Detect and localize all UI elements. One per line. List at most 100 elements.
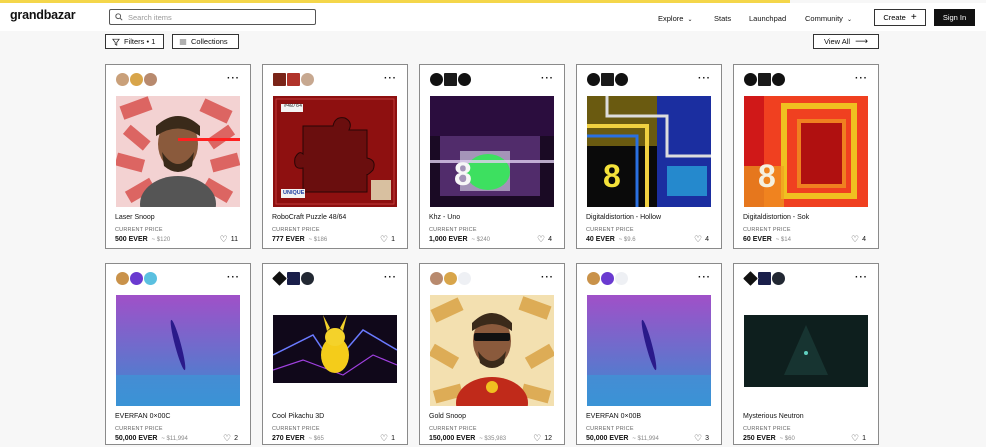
avatar[interactable]: [600, 271, 615, 286]
nft-card[interactable]: ··· Mysterious Neutron CURRENT PRICE 250…: [733, 263, 879, 445]
like-button[interactable]: ♡ 3: [694, 433, 709, 444]
avatar[interactable]: [743, 72, 758, 87]
nft-image[interactable]: [430, 295, 554, 406]
price-usd: ~ $11,994: [632, 436, 659, 442]
search-input[interactable]: [128, 12, 308, 22]
creator-avatars: [429, 271, 472, 287]
nft-image[interactable]: 8: [744, 96, 868, 207]
heart-icon: ♡: [851, 433, 860, 443]
filters-button[interactable]: Filters • 1: [105, 34, 164, 49]
like-button[interactable]: ♡ 2: [223, 433, 238, 444]
like-button[interactable]: ♡ 4: [851, 234, 866, 245]
avatar[interactable]: [600, 72, 615, 87]
create-button[interactable]: Create +: [874, 9, 926, 26]
like-button[interactable]: ♡ 11: [220, 234, 238, 245]
more-icon[interactable]: ···: [698, 272, 711, 283]
collections-button[interactable]: Collections: [172, 34, 239, 49]
avatar[interactable]: [143, 271, 158, 286]
nav-stats[interactable]: Stats: [714, 14, 731, 23]
avatar[interactable]: [300, 72, 315, 87]
price-ever: 250 EVER: [743, 435, 776, 442]
nft-image[interactable]: [273, 295, 397, 406]
avatar[interactable]: [457, 72, 472, 87]
avatar[interactable]: [129, 72, 144, 87]
avatar[interactable]: [443, 271, 458, 286]
more-icon[interactable]: ···: [384, 272, 397, 283]
nft-card[interactable]: ··· EVERFAN 0×00C CURRENT PRICE 50,000 E…: [105, 263, 251, 445]
nft-image[interactable]: 8: [430, 96, 554, 207]
avatar[interactable]: [115, 271, 130, 286]
price-usd: ~ $186: [308, 237, 328, 243]
nft-card[interactable]: ··· Cool Pikachu 3D CURRENT PRICE 270 EV…: [262, 263, 408, 445]
search-box[interactable]: [109, 9, 316, 25]
avatar[interactable]: [614, 271, 629, 286]
avatar[interactable]: [286, 271, 301, 286]
nft-image[interactable]: 8: [587, 96, 711, 207]
nft-image[interactable]: [587, 295, 711, 406]
more-icon[interactable]: ···: [227, 272, 240, 283]
nft-title[interactable]: Digitaldistortion - Sok: [743, 214, 809, 221]
nft-image[interactable]: [116, 295, 240, 406]
nav-explore[interactable]: Explore ⌄: [658, 14, 692, 23]
like-button[interactable]: ♡ 1: [380, 433, 395, 444]
nft-title[interactable]: Cool Pikachu 3D: [272, 413, 324, 420]
avatar[interactable]: [771, 271, 786, 286]
like-button[interactable]: ♡ 4: [694, 234, 709, 245]
avatar[interactable]: [757, 271, 772, 286]
like-count: 3: [705, 435, 709, 442]
nav-launchpad[interactable]: Launchpad: [749, 14, 786, 23]
avatar[interactable]: [586, 72, 601, 87]
avatar[interactable]: [457, 271, 472, 286]
nft-title[interactable]: Gold Snoop: [429, 413, 466, 420]
heart-icon: ♡: [694, 433, 703, 443]
avatar[interactable]: [771, 72, 786, 87]
more-icon[interactable]: ···: [541, 73, 554, 84]
nft-card[interactable]: ··· 8 Digitaldistortion - Hollow CURRENT…: [576, 64, 722, 249]
more-icon[interactable]: ···: [227, 73, 240, 84]
nft-title[interactable]: EVERFAN 0×00B: [586, 413, 641, 420]
nft-title[interactable]: Khz - Uno: [429, 214, 460, 221]
like-button[interactable]: ♡ 1: [380, 234, 395, 245]
nft-card[interactable]: ··· EVERFAN 0×00B CURRENT PRICE 50,000 E…: [576, 263, 722, 445]
nft-image[interactable]: #48/64 UNIQUE: [273, 96, 397, 207]
avatar[interactable]: [129, 271, 144, 286]
nft-title[interactable]: EVERFAN 0×00C: [115, 413, 170, 420]
avatar[interactable]: [443, 72, 458, 87]
avatar[interactable]: [429, 271, 444, 286]
nft-title[interactable]: RoboCraft Puzzle 48/64: [272, 214, 346, 221]
avatar[interactable]: [272, 72, 287, 87]
nft-card[interactable]: ··· Gold Snoop CURRENT PRICE 150,000 EVE…: [419, 263, 565, 445]
avatar[interactable]: [614, 72, 629, 87]
sign-in-button[interactable]: Sign In: [934, 9, 975, 26]
nft-card[interactable]: ··· #48/64 UNIQUE RoboCraft Puzzle 48/64…: [262, 64, 408, 249]
avatar[interactable]: [143, 72, 158, 87]
like-button[interactable]: ♡ 12: [533, 433, 552, 444]
like-count: 1: [391, 435, 395, 442]
view-all-button[interactable]: View All ⟶: [813, 34, 879, 49]
more-icon[interactable]: ···: [541, 272, 554, 283]
nft-title[interactable]: Mysterious Neutron: [743, 413, 804, 420]
nft-title[interactable]: Digitaldistortion - Hollow: [586, 214, 661, 221]
creator-avatars: [272, 72, 315, 88]
avatar[interactable]: [586, 271, 601, 286]
like-button[interactable]: ♡ 4: [537, 234, 552, 245]
nft-card[interactable]: ··· 8 Digitaldistortion - Sok CURRENT PR…: [733, 64, 879, 249]
nft-image[interactable]: [744, 295, 868, 406]
more-icon[interactable]: ···: [855, 73, 868, 84]
avatar[interactable]: [757, 72, 772, 87]
like-button[interactable]: ♡ 1: [851, 433, 866, 444]
avatar[interactable]: [115, 72, 130, 87]
more-icon[interactable]: ···: [855, 272, 868, 283]
nft-card[interactable]: ··· Laser Snoop CURRENT PRICE 500 EVER ~…: [105, 64, 251, 249]
nft-title[interactable]: Laser Snoop: [115, 214, 155, 221]
more-icon[interactable]: ···: [698, 73, 711, 84]
avatar[interactable]: [429, 72, 444, 87]
site-logo[interactable]: grandbazar: [10, 8, 76, 22]
avatar[interactable]: [300, 271, 315, 286]
more-icon[interactable]: ···: [384, 73, 397, 84]
nav-community[interactable]: Community ⌄: [805, 14, 852, 23]
nft-image[interactable]: [116, 96, 240, 207]
avatar[interactable]: [286, 72, 301, 87]
nft-card[interactable]: ··· 8 Khz - Uno CURRENT PRICE 1,000 EVER…: [419, 64, 565, 249]
list-icon: [179, 39, 187, 44]
